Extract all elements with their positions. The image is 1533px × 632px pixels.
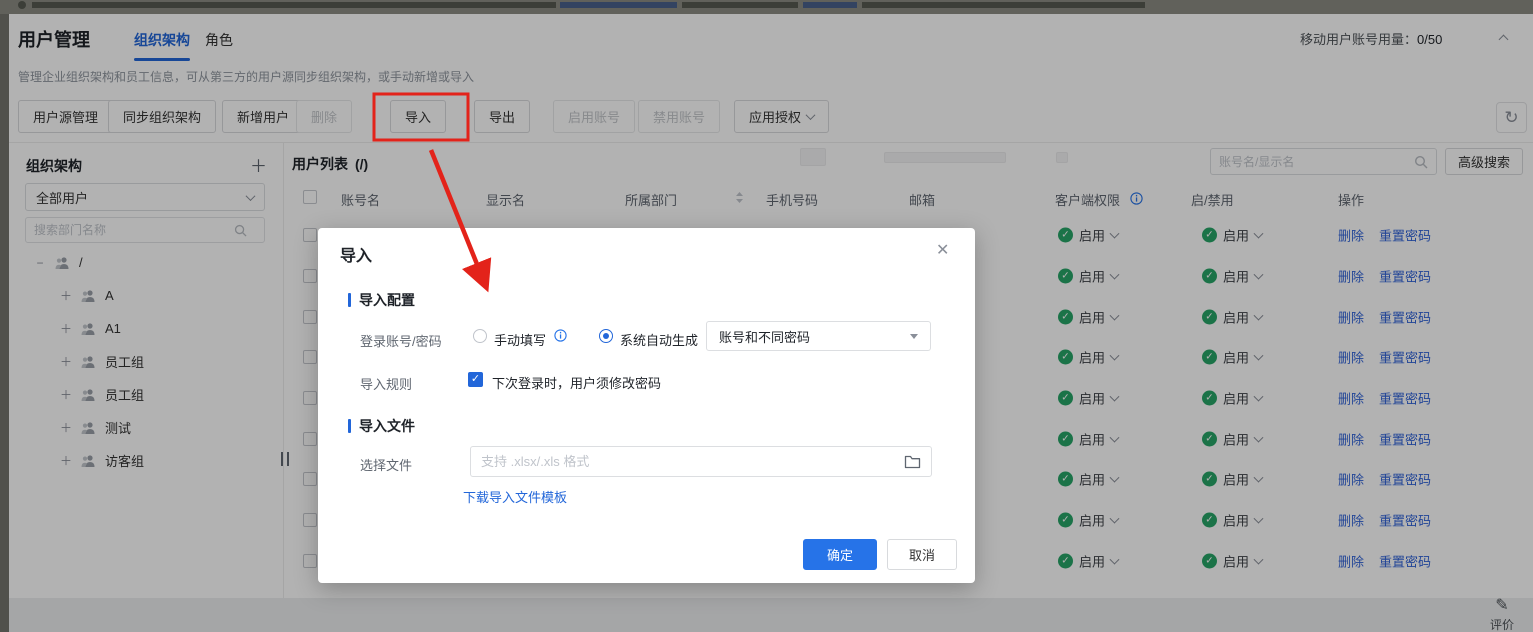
radio-auto-generate-label[interactable]: 系统自动生成 xyxy=(620,330,698,349)
radio-manual-fill-label[interactable]: 手动填写 xyxy=(494,330,546,349)
info-icon[interactable] xyxy=(554,329,567,345)
folder-icon[interactable] xyxy=(904,454,921,469)
download-template-link[interactable]: 下载导入文件模板 xyxy=(463,487,567,506)
file-input[interactable] xyxy=(470,446,932,477)
close-icon[interactable]: ✕ xyxy=(936,240,949,260)
dialog-title: 导入 xyxy=(340,242,372,266)
section-import-config: 导入配置 xyxy=(348,290,415,310)
import-dialog: 导入 ✕ 导入配置 登录账号/密码 手动填写 系统自动生成 账号和不同密码 导入… xyxy=(318,228,975,583)
select-caret-icon xyxy=(910,334,918,339)
choose-file-label: 选择文件 xyxy=(360,455,412,474)
force-change-password-checkbox[interactable]: ✓ xyxy=(468,372,483,387)
radio-auto-generate[interactable] xyxy=(599,329,613,343)
file-input-field[interactable] xyxy=(481,454,904,469)
import-rule-label: 导入规则 xyxy=(360,374,412,393)
force-change-password-label[interactable]: 下次登录时，用户须修改密码 xyxy=(492,373,661,392)
section-import-file: 导入文件 xyxy=(348,416,415,436)
confirm-button[interactable]: 确定 xyxy=(803,539,877,570)
password-mode-select[interactable]: 账号和不同密码 xyxy=(706,321,931,351)
cancel-button[interactable]: 取消 xyxy=(887,539,957,570)
login-account-label: 登录账号/密码 xyxy=(360,331,442,350)
radio-manual-fill[interactable] xyxy=(473,329,487,343)
